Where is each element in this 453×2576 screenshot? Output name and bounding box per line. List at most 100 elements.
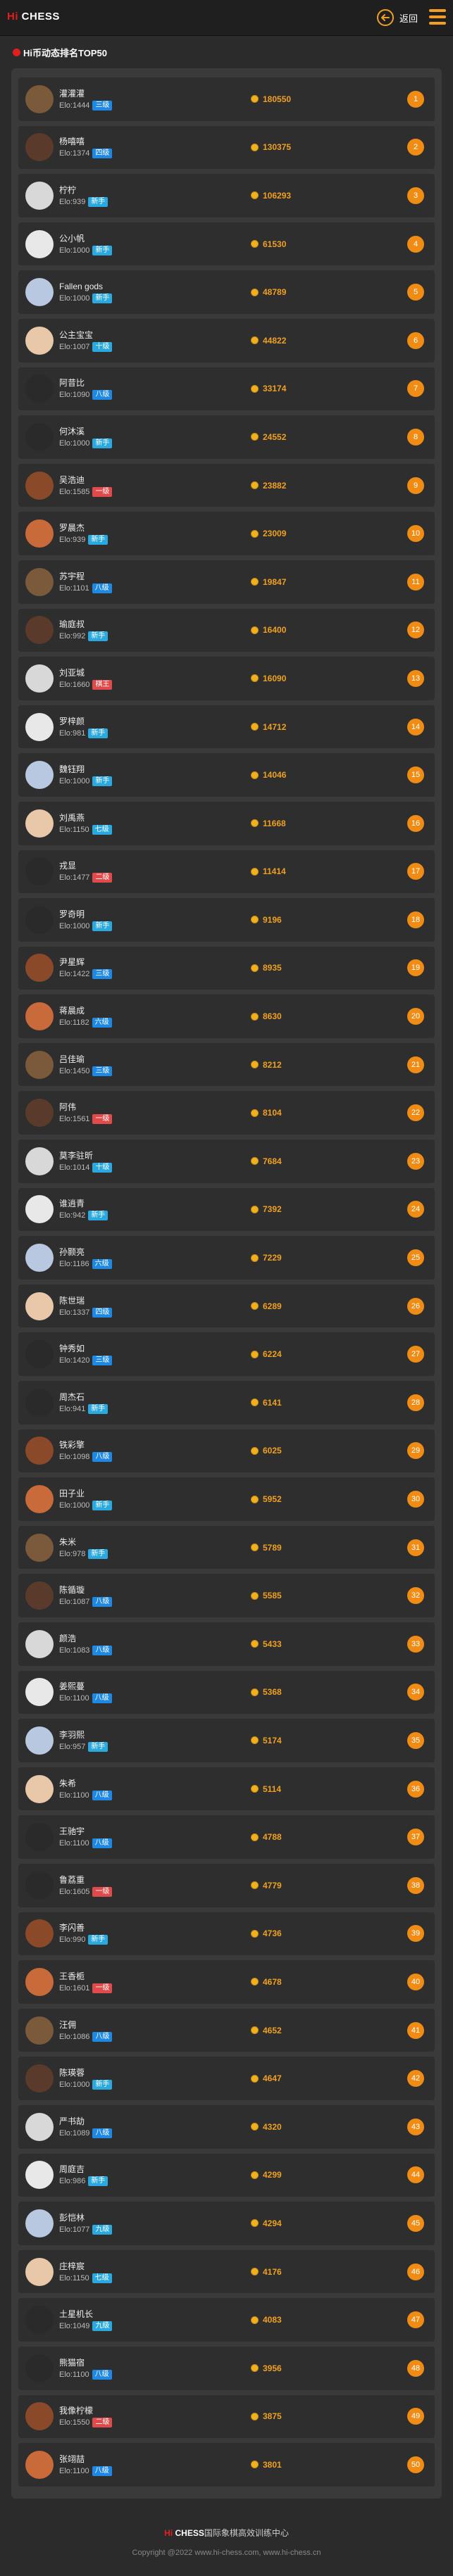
ranking-row[interactable]: 吴浩迪 Elo:1585 一级 23882 9 — [18, 463, 435, 507]
avatar[interactable] — [25, 2402, 54, 2431]
avatar[interactable] — [25, 2161, 54, 2190]
player-name[interactable]: 颜浩 — [59, 1633, 221, 1644]
avatar[interactable] — [25, 2064, 54, 2093]
ranking-row[interactable]: 柠柠 Elo:939 新手 106293 3 — [18, 174, 435, 217]
player-name[interactable]: 周杰石 — [59, 1391, 221, 1403]
ranking-row[interactable]: 苏宇程 Elo:1101 八级 19847 11 — [18, 560, 435, 604]
ranking-row[interactable]: 魏钰翔 Elo:1000 新手 14046 15 — [18, 753, 435, 797]
ranking-row[interactable]: 土星机长 Elo:1049 九级 4083 47 — [18, 2298, 435, 2342]
player-name[interactable]: 王驰宇 — [59, 1826, 221, 1837]
logo[interactable]: Hi CHESS — [7, 11, 60, 23]
player-name[interactable]: 吕佳瑜 — [59, 1054, 221, 1065]
avatar[interactable] — [25, 2016, 54, 2045]
player-name[interactable]: Fallen gods — [59, 281, 221, 292]
avatar[interactable] — [25, 857, 54, 886]
ranking-row[interactable]: 周庭吉 Elo:986 新手 4299 44 — [18, 2153, 435, 2197]
player-name[interactable]: 鲁荔重 — [59, 1874, 221, 1886]
avatar[interactable] — [25, 1244, 54, 1273]
ranking-row[interactable]: 刘亚城 Elo:1660 棋王 16090 13 — [18, 657, 435, 700]
avatar[interactable] — [25, 567, 54, 596]
ranking-row[interactable]: 刘禹燕 Elo:1150 七级 11668 16 — [18, 801, 435, 845]
avatar[interactable] — [25, 519, 54, 548]
ranking-row[interactable]: 陈世瑞 Elo:1337 四级 6289 26 — [18, 1284, 435, 1328]
player-name[interactable]: 庄梓宸 — [59, 2261, 221, 2272]
player-name[interactable]: 公小帆 — [59, 233, 221, 244]
ranking-row[interactable]: 罗奇明 Elo:1000 新手 9196 18 — [18, 898, 435, 942]
ranking-row[interactable]: 阿伟 Elo:1561 一级 8104 22 — [18, 1091, 435, 1135]
avatar[interactable] — [25, 471, 54, 500]
avatar[interactable] — [25, 761, 54, 790]
avatar[interactable] — [25, 1967, 54, 1996]
avatar[interactable] — [25, 664, 54, 693]
ranking-row[interactable]: 罗晨杰 Elo:939 新手 23009 10 — [18, 512, 435, 555]
menu-icon[interactable] — [429, 9, 446, 25]
ranking-row[interactable]: 鲁荔重 Elo:1605 一级 4779 38 — [18, 1863, 435, 1907]
player-name[interactable]: 严书劼 — [59, 2116, 221, 2127]
ranking-row[interactable]: 尹星辉 Elo:1422 三级 8935 19 — [18, 946, 435, 990]
player-name[interactable]: 蒋晨成 — [59, 1005, 221, 1016]
ranking-row[interactable]: 熊猫宿 Elo:1100 八级 3956 48 — [18, 2346, 435, 2390]
avatar[interactable] — [25, 1388, 54, 1417]
player-name[interactable]: 吴浩迪 — [59, 474, 221, 486]
ranking-row[interactable]: 李闪善 Elo:990 新手 4736 39 — [18, 1912, 435, 1956]
player-name[interactable]: 阿伟 — [59, 1101, 221, 1113]
ranking-row[interactable]: 阿昔比 Elo:1090 八级 33174 7 — [18, 367, 435, 411]
avatar[interactable] — [25, 1533, 54, 1562]
avatar[interactable] — [25, 2306, 54, 2335]
avatar[interactable] — [25, 84, 54, 113]
back-button[interactable]: 返回 — [376, 8, 418, 27]
player-name[interactable]: 孙颢亮 — [59, 1246, 221, 1258]
player-name[interactable]: 苏宇程 — [59, 571, 221, 582]
ranking-row[interactable]: 何沐溪 Elo:1000 新手 24552 8 — [18, 415, 435, 459]
player-name[interactable]: 陈循璇 — [59, 1584, 221, 1596]
player-name[interactable]: 朱米 — [59, 1536, 221, 1548]
ranking-row[interactable]: 严书劼 Elo:1089 八级 4320 43 — [18, 2104, 435, 2149]
player-name[interactable]: 田子业 — [59, 1488, 221, 1499]
avatar[interactable] — [25, 181, 54, 210]
ranking-row[interactable]: 谁逍青 Elo:942 新手 7392 24 — [18, 1187, 435, 1232]
avatar[interactable] — [25, 1002, 54, 1031]
ranking-row[interactable]: 田子业 Elo:1000 新手 5952 30 — [18, 1477, 435, 1521]
ranking-row[interactable]: 王驰宇 Elo:1100 八级 4788 37 — [18, 1815, 435, 1859]
player-name[interactable]: 周庭吉 — [59, 2164, 221, 2175]
player-name[interactable]: 魏钰翔 — [59, 764, 221, 775]
ranking-row[interactable]: 戎显 Elo:1477 二级 11414 17 — [18, 850, 435, 894]
ranking-row[interactable]: 朱米 Elo:978 新手 5789 31 — [18, 1525, 435, 1570]
ranking-row[interactable]: 陈瑛蓉 Elo:1000 新手 4647 42 — [18, 2057, 435, 2100]
avatar[interactable] — [25, 2257, 54, 2286]
player-name[interactable]: 戎显 — [59, 860, 221, 871]
player-name[interactable]: 阿昔比 — [59, 377, 221, 389]
player-name[interactable]: 朱希 — [59, 1778, 221, 1789]
avatar[interactable] — [25, 326, 54, 355]
player-name[interactable]: 罗晨杰 — [59, 522, 221, 533]
avatar[interactable] — [25, 1919, 54, 1948]
player-name[interactable]: 莫李驻昕 — [59, 1150, 221, 1161]
ranking-row[interactable]: 庄梓宸 Elo:1150 七级 4176 46 — [18, 2249, 435, 2294]
player-name[interactable]: 钟秀如 — [59, 1343, 221, 1354]
ranking-row[interactable]: 王香栀 Elo:1601 一级 4678 40 — [18, 1960, 435, 2004]
avatar[interactable] — [25, 422, 54, 451]
avatar[interactable] — [25, 133, 54, 162]
ranking-row[interactable]: 李羽熙 Elo:957 新手 5174 35 — [18, 1719, 435, 1762]
player-name[interactable]: 灌灌灌 — [59, 88, 221, 99]
player-name[interactable]: 铁彩擎 — [59, 1439, 221, 1451]
ranking-row[interactable]: 瑜庭叔 Elo:992 新手 16400 12 — [18, 608, 435, 652]
avatar[interactable] — [25, 1437, 54, 1465]
avatar[interactable] — [25, 1147, 54, 1175]
ranking-row[interactable]: 颜浩 Elo:1083 八级 5433 33 — [18, 1622, 435, 1666]
ranking-row[interactable]: 铁彩擎 Elo:1098 八级 6025 29 — [18, 1429, 435, 1473]
ranking-row[interactable]: 杨嘻嘻 Elo:1374 四级 130375 2 — [18, 125, 435, 170]
player-name[interactable]: 刘亚城 — [59, 667, 221, 678]
avatar[interactable] — [25, 278, 54, 307]
avatar[interactable] — [25, 1774, 54, 1803]
player-name[interactable]: 何沐溪 — [59, 426, 221, 437]
ranking-row[interactable]: 公主宝宝 Elo:1007 十级 44822 6 — [18, 318, 435, 362]
ranking-row[interactable]: 张翊喆 Elo:1100 八级 3801 50 — [18, 2443, 435, 2487]
avatar[interactable] — [25, 2354, 54, 2382]
ranking-row[interactable]: 公小帆 Elo:1000 新手 61530 4 — [18, 222, 435, 266]
avatar[interactable] — [25, 1678, 54, 1707]
player-name[interactable]: 尹星辉 — [59, 956, 221, 968]
player-name[interactable]: 刘禹燕 — [59, 812, 221, 823]
avatar[interactable] — [25, 1581, 54, 1610]
avatar[interactable] — [25, 1050, 54, 1079]
